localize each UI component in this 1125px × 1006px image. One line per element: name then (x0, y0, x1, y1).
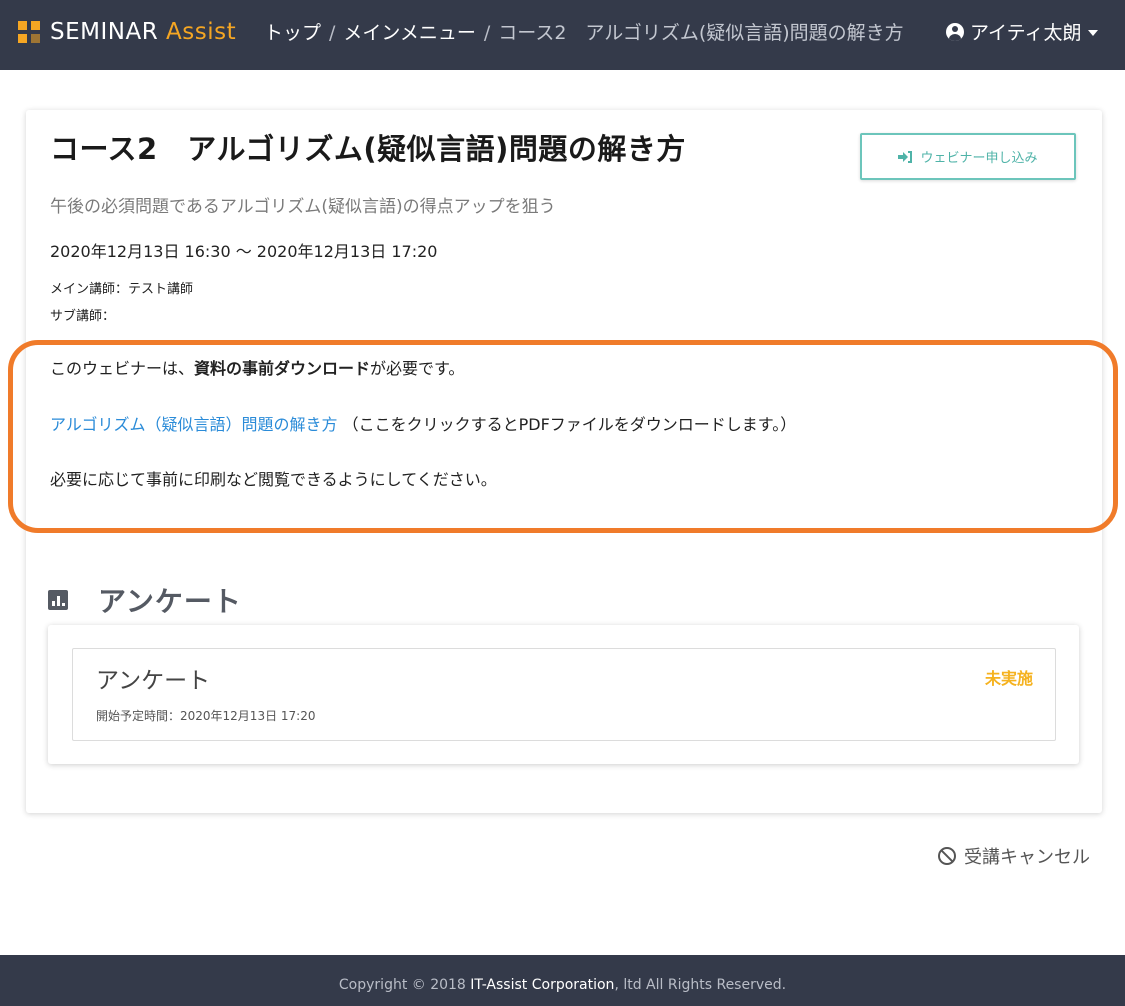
survey-item[interactable]: アンケート 未実施 開始予定時間：2020年12月13日 17:20 (72, 648, 1056, 741)
bar-chart-icon (48, 590, 68, 610)
copyright-prefix: Copyright © 2018 (338, 977, 471, 993)
sign-in-icon (898, 150, 913, 163)
ban-icon (938, 847, 956, 865)
breadcrumb: トップ / メインメニュー / コース2 アルゴリズム(疑似言語)問題の解き方 (264, 18, 904, 45)
user-circle-icon (946, 22, 964, 41)
breadcrumb-current: コース2 アルゴリズム(疑似言語)問題の解き方 (498, 22, 904, 44)
breadcrumb-separator: / (329, 22, 336, 44)
pdf-download-line: アルゴリズム（疑似言語）問題の解き方 （ここをクリックするとPDFファイルをダウ… (50, 411, 796, 435)
brand-name-main: SEMINAR (50, 19, 159, 45)
seminar-subtitle: 午後の必須問題であるアルゴリズム(疑似言語)の得点アップを狙う (50, 197, 556, 217)
copyright-text: Copyright © 2018 IT-Assist Corporation, … (0, 977, 1125, 993)
brand-name: SEMINAR Assist (50, 19, 236, 45)
chevron-down-icon (1087, 29, 1098, 36)
breadcrumb-separator: / (483, 22, 491, 44)
page-title: コース2 アルゴリズム(疑似言語)問題の解き方 (50, 132, 686, 166)
survey-start-time: 開始予定時間：2020年12月13日 17:20 (96, 709, 316, 723)
copyright-company: IT-Assist Corporation (470, 977, 615, 993)
user-name: アイティ太朗 (970, 22, 1082, 44)
seminar-detail-card: コース2 アルゴリズム(疑似言語)問題の解き方 ウェビナー申し込み 午後の必須問… (26, 110, 1102, 813)
download-notice: このウェビナーは、資料の事前ダウンロードが必要です。 (50, 355, 464, 379)
brand-logo[interactable]: SEMINAR Assist (18, 19, 236, 45)
logo-grid-icon (18, 21, 40, 43)
sub-lecturer: サブ講師： (50, 309, 116, 324)
survey-panel: アンケート 未実施 開始予定時間：2020年12月13日 17:20 (48, 625, 1079, 764)
webinar-apply-button[interactable]: ウェビナー申し込み (860, 133, 1076, 180)
print-note: 必要に応じて事前に印刷など閲覧できるようにしてください。 (50, 470, 497, 489)
cancel-enrollment-link[interactable]: 受講キャンセル (938, 843, 1090, 869)
notice-bold: 資料の事前ダウンロード (194, 359, 371, 378)
survey-section-title: アンケート (98, 585, 242, 618)
user-menu[interactable]: アイティ太朗 (946, 18, 1098, 45)
navbar: SEMINAR Assist トップ / メインメニュー / コース2 アルゴリズム(疑… (0, 0, 1125, 70)
notice-suffix: が必要です。 (370, 359, 465, 378)
breadcrumb-item-main-menu[interactable]: メインメニュー (343, 22, 475, 44)
survey-item-title: アンケート (96, 668, 211, 694)
footer: Copyright © 2018 IT-Assist Corporation, … (0, 955, 1125, 1006)
copyright-suffix: , ltd All Rights Reserved. (614, 977, 787, 993)
brand-name-accent: Assist (166, 19, 237, 45)
main-lecturer: メイン講師：テスト講師 (50, 282, 194, 297)
pdf-download-note: （ここをクリックするとPDFファイルをダウンロードします。） (342, 415, 797, 434)
notice-prefix: このウェビナーは、 (50, 359, 195, 378)
breadcrumb-item-top[interactable]: トップ (264, 22, 321, 44)
webinar-apply-label: ウェビナー申し込み (920, 151, 1038, 166)
pdf-download-link[interactable]: アルゴリズム（疑似言語）問題の解き方 (50, 415, 338, 434)
survey-section-heading: アンケート (48, 580, 242, 620)
survey-status-badge: 未実施 (984, 669, 1033, 688)
seminar-datetime: 2020年12月13日 16:30 ～ 2020年12月13日 17:20 (50, 242, 438, 261)
cancel-enrollment-label: 受講キャンセル (964, 847, 1090, 868)
